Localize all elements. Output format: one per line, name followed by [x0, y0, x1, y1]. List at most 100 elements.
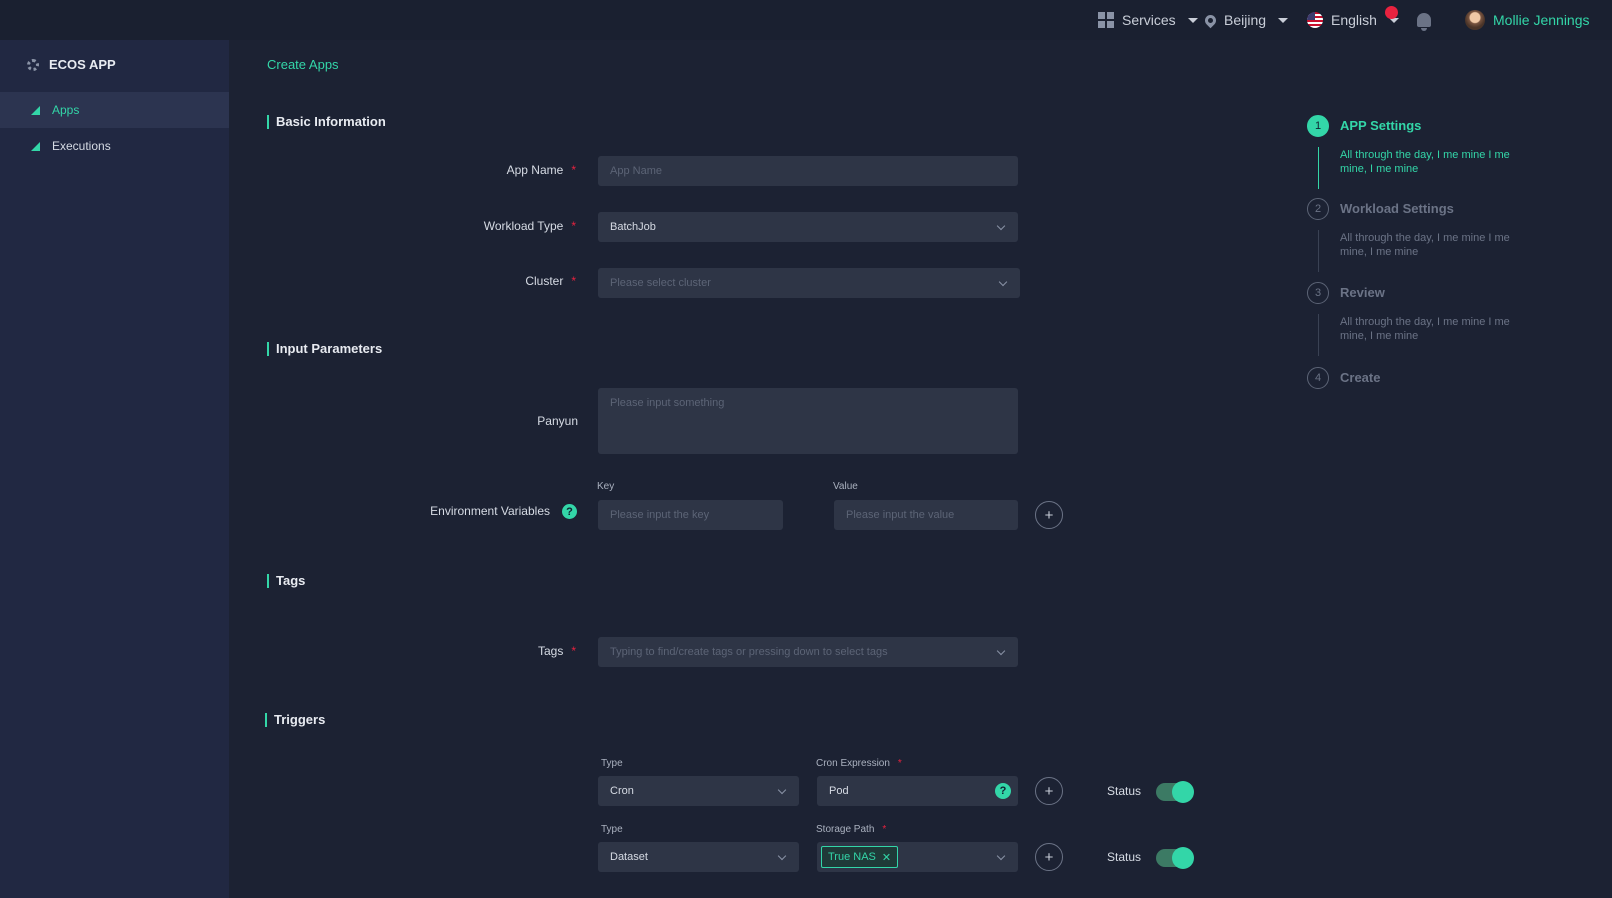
step-description: All through the day, I me mine I me mine…: [1340, 316, 1510, 342]
sidebar-item-apps[interactable]: Apps: [0, 92, 229, 128]
step-number: 3: [1307, 282, 1329, 304]
bell-icon: [1417, 13, 1431, 31]
cluster-placeholder: Please select cluster: [610, 277, 711, 289]
tags-label: Tags *: [480, 644, 576, 658]
section-title-triggers: Triggers: [265, 712, 325, 727]
services-menu[interactable]: Services: [1098, 0, 1198, 40]
storage-path-select[interactable]: True NAS ✕: [817, 842, 1018, 872]
add-env-var-button[interactable]: +: [1035, 501, 1063, 529]
language-label: English: [1331, 12, 1377, 28]
step-number: 2: [1307, 198, 1329, 220]
breadcrumb[interactable]: Create Apps: [267, 57, 339, 72]
help-icon[interactable]: ?: [995, 783, 1011, 799]
user-menu[interactable]: Mollie Jennings: [1465, 0, 1590, 40]
sidebar-item-label: Executions: [52, 139, 111, 153]
cluster-select[interactable]: Please select cluster: [598, 268, 1020, 298]
cron-expression-label-text: Cron Expression: [816, 758, 890, 769]
triangle-icon: [31, 141, 40, 151]
tags-label-text: Tags: [537, 644, 564, 658]
gear-icon: [27, 58, 39, 71]
add-trigger-button[interactable]: +: [1035, 777, 1063, 805]
trigger-type-value: Cron: [610, 785, 634, 797]
chevron-down-icon: [996, 646, 1006, 656]
app-name-input[interactable]: App Name: [598, 156, 1018, 186]
app-name-label-text: App Name: [506, 163, 564, 177]
help-icon[interactable]: ?: [562, 504, 577, 519]
env-key-input[interactable]: Please input the key: [598, 500, 783, 530]
tag-chip-label: True NAS: [828, 851, 876, 863]
env-key-placeholder: Please input the key: [610, 509, 710, 521]
step-connector: [1318, 314, 1319, 356]
cluster-label: Cluster *: [440, 274, 576, 288]
sidebar-item-executions[interactable]: Executions: [0, 128, 229, 164]
cron-expression-value: Pod: [829, 785, 849, 797]
storage-path-label: Storage Path *: [816, 824, 886, 835]
required-mark: *: [882, 824, 887, 835]
step-title[interactable]: Create: [1340, 370, 1380, 385]
tags-placeholder: Typing to find/create tags or pressing d…: [610, 646, 888, 658]
status-toggle[interactable]: [1156, 781, 1194, 803]
app-window: Services Beijing English Mollie Jennings…: [0, 0, 1612, 898]
region-menu[interactable]: Beijing: [1202, 0, 1289, 40]
panyun-placeholder: Please input something: [610, 397, 725, 409]
section-title-tags: Tags: [267, 573, 305, 588]
workload-type-value: BatchJob: [610, 221, 656, 233]
sidebar: ECOS APP Apps Executions: [0, 40, 229, 898]
key-label: Key: [597, 481, 615, 492]
section-title-inputs: Input Parameters: [267, 341, 382, 356]
notifications-button[interactable]: [1417, 0, 1431, 40]
env-value-input[interactable]: Please input the value: [834, 500, 1018, 530]
step-connector: [1318, 230, 1319, 272]
step-title[interactable]: APP Settings: [1340, 118, 1421, 133]
storage-path-label-text: Storage Path: [816, 824, 875, 835]
panyun-textarea[interactable]: Please input something: [598, 388, 1018, 454]
workload-type-label: Workload Type *: [440, 219, 576, 233]
status-label: Status: [1107, 784, 1142, 798]
env-value-placeholder: Please input the value: [846, 509, 955, 521]
required-mark: *: [571, 219, 576, 233]
chevron-down-icon: [998, 277, 1008, 287]
workload-type-select[interactable]: BatchJob: [598, 212, 1018, 242]
status-toggle[interactable]: [1156, 847, 1194, 869]
required-mark: *: [897, 758, 902, 769]
step-number: 4: [1307, 367, 1329, 389]
user-name: Mollie Jennings: [1493, 12, 1590, 28]
step-title[interactable]: Workload Settings: [1340, 201, 1454, 216]
app-name-placeholder: App Name: [610, 165, 662, 177]
app-name-label: App Name *: [440, 163, 576, 177]
tag-chip: True NAS ✕: [821, 846, 899, 868]
cluster-label-text: Cluster: [525, 274, 564, 288]
trigger-type-select[interactable]: Dataset: [598, 842, 799, 872]
chevron-down-icon: [777, 785, 787, 795]
top-bar: Services Beijing English Mollie Jennings: [0, 0, 1612, 40]
value-label: Value: [833, 481, 858, 492]
services-label: Services: [1122, 12, 1176, 28]
env-vars-label: Environment Variables: [430, 504, 550, 518]
avatar: [1465, 10, 1485, 30]
caret-down-icon: [1187, 17, 1198, 23]
brand: ECOS APP: [27, 57, 116, 72]
status-label: Status: [1107, 850, 1142, 864]
step-title[interactable]: Review: [1340, 285, 1385, 300]
panyun-label: Panyun: [537, 414, 578, 428]
location-pin-icon: [1202, 12, 1219, 28]
brand-name: ECOS APP: [49, 57, 116, 72]
close-icon[interactable]: ✕: [882, 851, 891, 864]
add-trigger-button[interactable]: +: [1035, 843, 1063, 871]
grid-icon: [1098, 12, 1114, 28]
section-title-basic: Basic Information: [267, 114, 386, 129]
tags-select[interactable]: Typing to find/create tags or pressing d…: [598, 637, 1018, 667]
required-mark: *: [571, 644, 576, 658]
region-label: Beijing: [1224, 12, 1267, 28]
chevron-down-icon: [777, 851, 787, 861]
step-description: All through the day, I me mine I me mine…: [1340, 232, 1510, 258]
us-flag-icon: [1307, 12, 1323, 28]
chevron-down-icon: [996, 851, 1006, 861]
chevron-down-icon: [996, 221, 1006, 231]
cron-expression-label: Cron Expression *: [816, 758, 902, 769]
step-connector: [1318, 147, 1319, 189]
language-menu[interactable]: English: [1307, 0, 1399, 40]
trigger-type-select[interactable]: Cron: [598, 776, 799, 806]
cron-expression-input[interactable]: Pod: [817, 776, 1018, 806]
notification-badge: [1385, 6, 1398, 19]
